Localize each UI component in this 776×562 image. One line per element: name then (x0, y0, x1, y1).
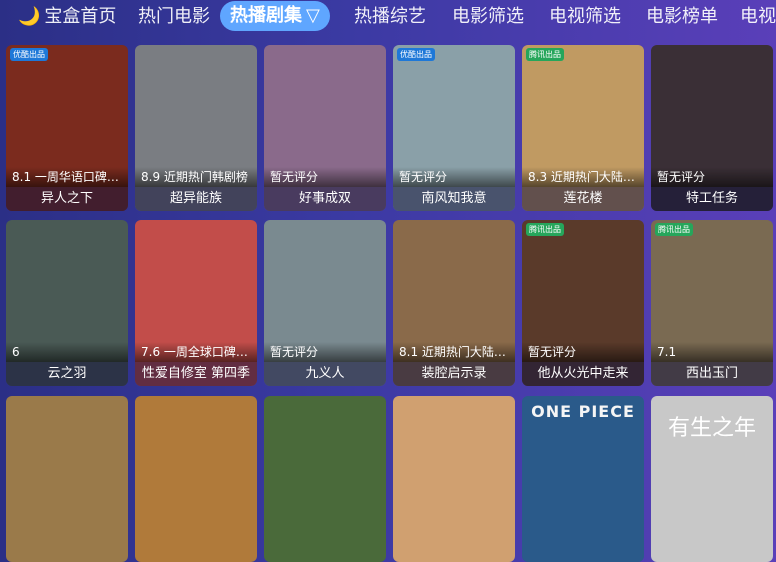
tab-tv-partial-label: 电视 (740, 6, 776, 27)
show-card[interactable]: 8.1 近期热门大陆… 装腔启示录 (393, 220, 515, 386)
show-card[interactable]: 7.6 一周全球口碑… 性爱自修室 第四季 (135, 220, 257, 386)
show-card[interactable] (135, 396, 257, 562)
show-card[interactable]: 暂无评分 特工任务 (651, 45, 773, 211)
rating-info: 8.9 近期热门韩剧榜 (135, 167, 257, 187)
show-title: 装腔启示录 (393, 362, 515, 386)
tab-home[interactable]: 🌙 宝盒首页 (18, 0, 116, 34)
show-title: 南风知我意 (393, 187, 515, 211)
show-title: 异人之下 (6, 187, 128, 211)
show-card[interactable]: 暂无评分 好事成双 (264, 45, 386, 211)
poster-image (6, 396, 128, 562)
tab-movie-ranking-label: 电影榜单 (646, 6, 718, 27)
show-card[interactable]: 8.9 近期热门韩剧榜 超异能族 (135, 45, 257, 211)
rating-info: 7.6 一周全球口碑… (135, 342, 257, 362)
show-card[interactable]: 优酷出品 暂无评分 南风知我意 (393, 45, 515, 211)
show-title: 他从火光中走来 (522, 362, 644, 386)
tab-movie-filter-label: 电影筛选 (452, 6, 524, 27)
tab-hot-series-label: 热播剧集 (230, 5, 302, 26)
tab-hot-movies[interactable]: 热门电影 (138, 0, 210, 34)
tab-movie-ranking[interactable]: 电影榜单 (646, 0, 718, 34)
show-title: 性爱自修室 第四季 (135, 362, 257, 386)
badge: 腾讯出品 (526, 223, 564, 236)
show-card[interactable] (6, 396, 128, 562)
show-title: 西出玉门 (651, 362, 773, 386)
tab-home-label: 宝盒首页 (44, 6, 117, 27)
badge: 优酷出品 (397, 48, 435, 61)
filter-icon: ▽ (306, 5, 320, 26)
rating-info: 暂无评分 (264, 342, 386, 362)
show-title: 莲花楼 (522, 187, 644, 211)
rating-info: 暂无评分 (393, 167, 515, 187)
rating-info: 暂无评分 (264, 167, 386, 187)
category-tabs: 🌙 宝盒首页 热门电影 热播剧集 ▽ 热播综艺 电影筛选 电视筛选 电影榜单 电视 (0, 0, 776, 34)
rating-info: 暂无评分 (651, 167, 773, 187)
badge: 腾讯出品 (655, 223, 693, 236)
rating-info: 8.1 近期热门大陆… (393, 342, 515, 362)
show-card[interactable]: 腾讯出品 8.3 近期热门大陆… 莲花楼 (522, 45, 644, 211)
tab-hot-variety[interactable]: 热播综艺 (354, 0, 426, 34)
show-card[interactable]: 优酷出品 8.1 一周华语口碑… 异人之下 (6, 45, 128, 211)
tab-tv-partial[interactable]: 电视 (740, 0, 776, 34)
poster-text: ONE PIECE (531, 402, 635, 421)
show-title: 特工任务 (651, 187, 773, 211)
show-title: 九义人 (264, 362, 386, 386)
poster-text: 有生之年 (667, 416, 756, 441)
tab-hot-variety-label: 热播综艺 (354, 6, 426, 27)
rating-info: 8.1 一周华语口碑… (6, 167, 128, 187)
tab-movie-filter[interactable]: 电影筛选 (452, 0, 524, 34)
show-card[interactable]: ONE PIECE (522, 396, 644, 562)
badge: 腾讯出品 (526, 48, 564, 61)
show-card[interactable] (264, 396, 386, 562)
show-card[interactable]: 腾讯出品 7.1 西出玉门 (651, 220, 773, 386)
tab-tv-filter[interactable]: 电视筛选 (549, 0, 621, 34)
badge: 优酷出品 (10, 48, 48, 61)
rating-info: 8.3 近期热门大陆… (522, 167, 644, 187)
tab-hot-movies-label: 热门电影 (138, 6, 210, 27)
tab-hot-series[interactable]: 热播剧集 ▽ (220, 1, 330, 31)
show-card[interactable]: 腾讯出品 暂无评分 他从火光中走来 (522, 220, 644, 386)
rating-info: 6 (6, 342, 128, 362)
poster-image (264, 396, 386, 562)
show-title: 超异能族 (135, 187, 257, 211)
moon-icon: 🌙 (18, 6, 41, 27)
show-card[interactable]: 有生之年 (651, 396, 773, 562)
poster-image (135, 396, 257, 562)
show-title: 云之羽 (6, 362, 128, 386)
rating-info: 7.1 (651, 342, 773, 362)
tab-tv-filter-label: 电视筛选 (549, 6, 621, 27)
show-card[interactable]: 暂无评分 九义人 (264, 220, 386, 386)
poster-image (393, 396, 515, 562)
show-card[interactable]: 6 云之羽 (6, 220, 128, 386)
rating-info: 暂无评分 (522, 342, 644, 362)
show-card[interactable] (393, 396, 515, 562)
show-title: 好事成双 (264, 187, 386, 211)
